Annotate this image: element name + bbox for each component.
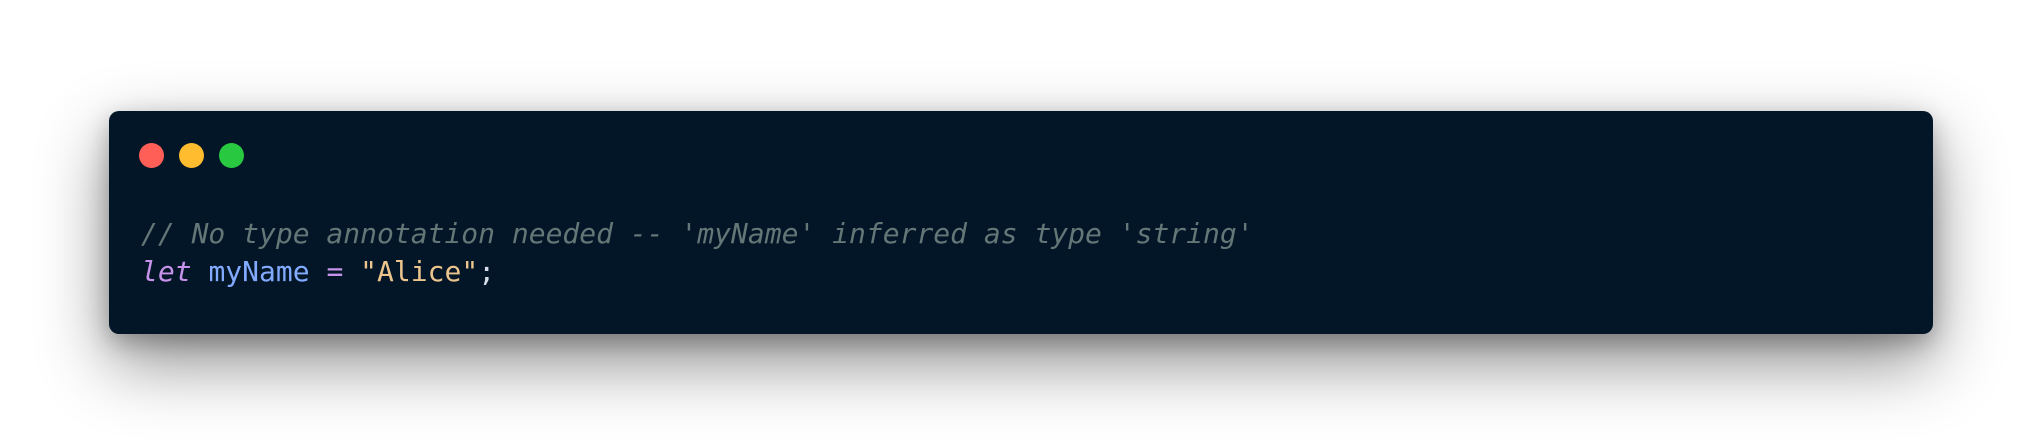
punctuation-token: ; [478,255,496,288]
string-token: "Alice" [360,255,479,288]
keyword-token: let [141,255,192,288]
code-block: // No type annotation needed -- 'myName'… [141,215,1254,291]
code-window: // No type annotation needed -- 'myName'… [109,111,1933,334]
minimize-window-button[interactable] [179,143,204,168]
comment-token: // No type annotation needed -- 'myName'… [141,217,1254,250]
zoom-window-button[interactable] [219,143,244,168]
close-window-button[interactable] [139,143,164,168]
window-controls [139,143,244,168]
code-line: let myName = "Alice"; [141,253,1254,291]
identifier-token: myName [208,255,310,288]
operator-token: = [326,255,344,288]
code-line: // No type annotation needed -- 'myName'… [141,215,1254,253]
